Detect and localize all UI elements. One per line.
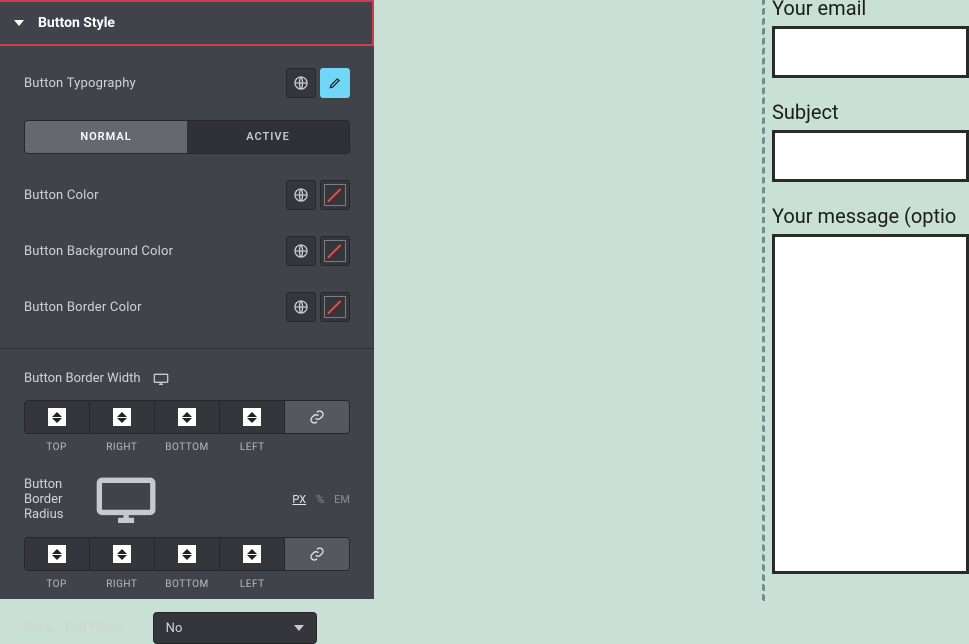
contact-form-preview: Your email Subject Your message (optio xyxy=(769,0,969,599)
caret-down-icon xyxy=(14,20,24,26)
row-button-color: Button Color xyxy=(24,180,350,210)
border-radius-labels: TOP RIGHT BOTTOM LEFT xyxy=(24,579,350,590)
caret-down-icon xyxy=(294,625,304,631)
lbl-left: LEFT xyxy=(220,442,285,453)
pencil-icon xyxy=(328,76,342,90)
label-full-width: Button Full Width xyxy=(24,621,123,636)
desktop-icon[interactable] xyxy=(94,475,158,523)
lbl-top: TOP xyxy=(24,579,89,590)
lbl-top: TOP xyxy=(24,442,89,453)
border-radius-top[interactable] xyxy=(25,538,90,570)
color-swatch-background[interactable] xyxy=(320,236,350,266)
typography-buttons xyxy=(286,68,350,98)
select-full-width[interactable]: No xyxy=(153,612,317,644)
section-title: Button Style xyxy=(38,0,115,46)
lbl-left: LEFT xyxy=(220,579,285,590)
row-button-background-color: Button Background Color xyxy=(24,236,350,266)
row-button-typography: Button Typography xyxy=(24,68,350,98)
border-width-bottom[interactable] xyxy=(155,401,220,433)
textarea-your-message[interactable] xyxy=(772,234,969,574)
tab-normal[interactable]: NORMAL xyxy=(25,121,187,153)
unit-em[interactable]: EM xyxy=(334,493,350,506)
column-guide xyxy=(763,0,765,601)
unit-percent[interactable]: % xyxy=(316,493,324,506)
lbl-bottom: BOTTOM xyxy=(154,579,219,590)
input-subject[interactable] xyxy=(772,130,969,182)
border-width-left[interactable] xyxy=(220,401,285,433)
no-color-icon xyxy=(324,240,346,262)
label-button-background-color: Button Background Color xyxy=(24,244,173,259)
lbl-right: RIGHT xyxy=(89,442,154,453)
lbl-right: RIGHT xyxy=(89,579,154,590)
row-border-radius-head: Button Border Radius PX % EM xyxy=(24,475,350,523)
globe-icon xyxy=(293,243,309,259)
row-button-border-color: Button Border Color xyxy=(24,292,350,322)
globe-button-border[interactable] xyxy=(286,292,316,322)
state-tabs: NORMAL ACTIVE xyxy=(24,120,350,154)
border-radius-inputs xyxy=(24,537,350,571)
border-width-inputs xyxy=(24,400,350,434)
color-swatch-button-color[interactable] xyxy=(320,180,350,210)
desktop-icon[interactable] xyxy=(153,373,169,385)
preview-area: Your email Subject Your message (optio xyxy=(374,0,969,599)
label-button-color: Button Color xyxy=(24,188,99,203)
controls-area: Button Typography NORMAL ACTIVE Button C… xyxy=(0,46,374,644)
border-radius-bottom[interactable] xyxy=(155,538,220,570)
unit-px[interactable]: PX xyxy=(292,493,306,506)
globe-icon xyxy=(293,75,309,91)
label-button-typography: Button Typography xyxy=(24,76,136,91)
tab-active[interactable]: ACTIVE xyxy=(187,121,349,153)
select-value: No xyxy=(166,621,183,636)
section-header-button-style[interactable]: Button Style xyxy=(0,0,374,46)
globe-button[interactable] xyxy=(286,68,316,98)
globe-icon xyxy=(293,299,309,315)
border-width-labels: TOP RIGHT BOTTOM LEFT xyxy=(24,442,350,453)
link-icon xyxy=(309,409,325,425)
no-color-icon xyxy=(324,296,346,318)
row-full-width: Button Full Width No xyxy=(24,612,350,644)
globe-button-background[interactable] xyxy=(286,236,316,266)
label-subject: Subject xyxy=(772,100,969,124)
label-button-border-color: Button Border Color xyxy=(24,300,142,315)
label-border-radius: Button Border Radius xyxy=(24,477,82,522)
color-swatch-border[interactable] xyxy=(320,292,350,322)
divider xyxy=(0,348,374,349)
input-your-email[interactable] xyxy=(772,26,969,78)
unit-switch: PX % EM xyxy=(292,493,350,506)
globe-icon xyxy=(293,187,309,203)
lbl-bottom: BOTTOM xyxy=(154,442,219,453)
border-width-top[interactable] xyxy=(25,401,90,433)
border-width-right[interactable] xyxy=(90,401,155,433)
row-border-width-head: Button Border Width xyxy=(24,371,350,386)
edit-typography-button[interactable] xyxy=(320,68,350,98)
link-icon xyxy=(309,546,325,562)
label-border-width: Button Border Width xyxy=(24,371,141,386)
globe-button-color[interactable] xyxy=(286,180,316,210)
border-radius-link-toggle[interactable] xyxy=(285,538,349,570)
label-your-message: Your message (optio xyxy=(772,204,969,228)
border-width-link-toggle[interactable] xyxy=(285,401,349,433)
style-panel: Button Style Button Typography NORMAL AC… xyxy=(0,0,374,599)
border-radius-left[interactable] xyxy=(220,538,285,570)
no-color-icon xyxy=(324,184,346,206)
label-your-email: Your email xyxy=(772,0,969,20)
border-radius-right[interactable] xyxy=(90,538,155,570)
